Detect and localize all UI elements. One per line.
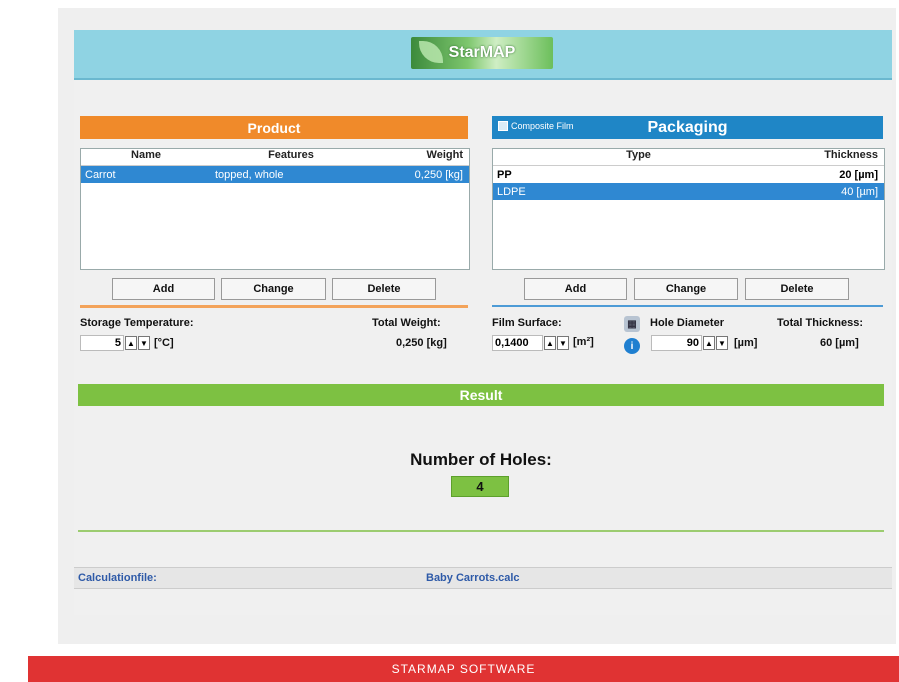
footer-text: STARMAP SOFTWARE <box>391 662 536 676</box>
film-surface-unit: [m²] <box>573 336 594 348</box>
composite-film-checkbox[interactable]: Composite Film <box>498 121 574 131</box>
result-title: Result <box>459 387 503 403</box>
packaging-table-header: Type Thickness <box>493 149 884 166</box>
storage-unit: [°C] <box>154 337 174 349</box>
row-thickness: 40 [µm] <box>841 185 878 198</box>
hole-diameter-label: Hole Diameter <box>650 317 724 329</box>
hole-diameter-unit: [µm] <box>734 337 758 349</box>
product-table-header: Name Features Weight <box>81 149 469 166</box>
col-weight[interactable]: Weight <box>371 149 467 165</box>
product-add-button[interactable]: Add <box>112 278 215 300</box>
packaging-title-text: Packaging <box>647 118 728 136</box>
col-name[interactable]: Name <box>81 149 211 165</box>
storage-down-button[interactable]: ▼ <box>138 336 150 350</box>
checkbox-icon[interactable] <box>498 121 508 131</box>
film-up-button[interactable]: ▲ <box>544 336 556 350</box>
table-row[interactable]: PP 20 [µm] <box>493 166 884 183</box>
row-type: LDPE <box>497 185 526 198</box>
total-thickness-label: Total Thickness: <box>777 317 863 329</box>
film-surface-input[interactable]: 0,1400 <box>492 335 543 351</box>
table-row[interactable]: Carrot topped, whole 0,250 [kg] <box>81 166 469 183</box>
app-header: StarMAP <box>74 30 892 80</box>
packaging-divider <box>492 305 883 307</box>
row-thickness: 20 [µm] <box>839 168 878 181</box>
result-header: Result <box>78 384 884 406</box>
info-icon[interactable]: i <box>624 338 640 354</box>
holes-label: Number of Holes: <box>410 450 552 469</box>
storage-temp-input[interactable]: 5 <box>80 335 124 351</box>
total-weight-value: 0,250 [kg] <box>396 337 447 349</box>
calculation-file-bar: Calculationfile: Baby Carrots.calc <box>74 567 892 589</box>
film-surface-label: Film Surface: <box>492 317 562 329</box>
product-change-button[interactable]: Change <box>221 278 326 300</box>
packaging-delete-button[interactable]: Delete <box>745 278 849 300</box>
row-features: topped, whole <box>215 168 284 181</box>
product-title-text: Product <box>247 119 301 136</box>
packaging-title: Composite Film Packaging <box>492 116 883 139</box>
col-features[interactable]: Features <box>211 149 371 165</box>
starmap-logo: StarMAP <box>411 37 553 69</box>
starmap-window: StarMAP Product Name Features Weight Car… <box>74 30 892 615</box>
product-divider <box>80 305 468 308</box>
packaging-add-button[interactable]: Add <box>524 278 627 300</box>
holes-value: 4 <box>451 476 509 497</box>
calc-file-name: Baby Carrots.calc <box>426 572 520 584</box>
storage-up-button[interactable]: ▲ <box>125 336 137 350</box>
footer-banner: STARMAP SOFTWARE <box>28 656 899 682</box>
total-thickness-value: 60 [µm] <box>820 337 859 349</box>
storage-temp-label: Storage Temperature: <box>80 317 194 329</box>
packaging-table[interactable]: Type Thickness PP 20 [µm] LDPE 40 [µm] <box>492 148 885 270</box>
product-title: Product <box>80 116 468 139</box>
col-type[interactable]: Type <box>493 149 784 165</box>
product-table[interactable]: Name Features Weight Carrot topped, whol… <box>80 148 470 270</box>
col-thickness[interactable]: Thickness <box>784 149 882 165</box>
hole-down-button[interactable]: ▼ <box>716 336 728 350</box>
hole-diameter-input[interactable]: 90 <box>651 335 702 351</box>
calc-file-label: Calculationfile: <box>78 572 157 584</box>
packaging-change-button[interactable]: Change <box>634 278 738 300</box>
row-type: PP <box>497 168 512 181</box>
logo-text: StarMAP <box>448 44 516 61</box>
row-weight: 0,250 [kg] <box>414 168 463 181</box>
table-row[interactable]: LDPE 40 [µm] <box>493 183 884 200</box>
composite-film-label: Composite Film <box>511 121 574 131</box>
total-weight-label: Total Weight: <box>372 317 441 329</box>
hole-up-button[interactable]: ▲ <box>703 336 715 350</box>
result-divider <box>78 530 884 532</box>
calculator-icon[interactable]: ▦ <box>624 316 640 332</box>
film-down-button[interactable]: ▼ <box>557 336 569 350</box>
product-delete-button[interactable]: Delete <box>332 278 436 300</box>
leaf-icon <box>419 41 443 63</box>
row-name: Carrot <box>85 168 116 181</box>
